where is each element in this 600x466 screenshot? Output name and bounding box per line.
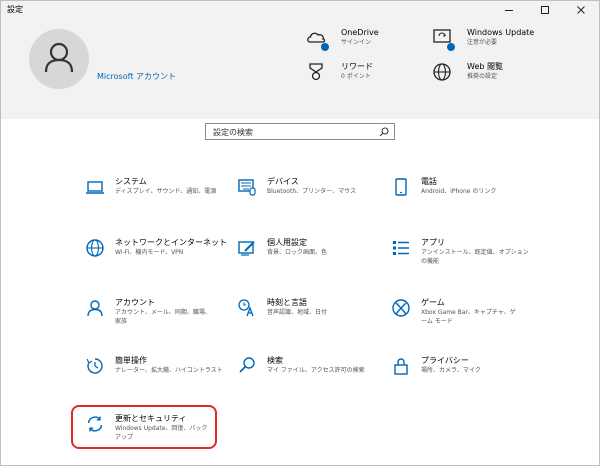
ease-of-access-icon [86,358,103,374]
web-browsing-item[interactable]: Web 閲覧 推奨の設定 [431,61,503,83]
onedrive-sub: サインイン [341,39,372,46]
category-network[interactable]: ネットワークとインターネット Wi-Fi、機内モード、VPN [85,237,235,258]
category-title: ゲーム [421,298,445,307]
category-title: アカウント [115,298,155,307]
category-title: 電話 [421,177,437,186]
paint-icon [238,241,255,256]
rewards-item[interactable]: リワード 0 ポイント [305,61,373,83]
title-bar: 設定 [1,1,599,19]
globe-icon [431,61,453,83]
category-title: 簡単操作 [115,356,147,365]
category-gaming[interactable]: ゲーム Xbox Game Bar、キャプチャ、ゲーム モード [391,297,541,326]
laptop-icon [86,181,104,194]
category-title: ネットワークとインターネット [115,238,227,247]
search-placeholder: 設定の検索 [213,128,253,137]
close-icon [577,6,585,14]
category-search[interactable]: 検索 マイ ファイル、アクセス許可の検索 [237,355,387,376]
web-browsing-sub: 推奨の設定 [467,73,498,80]
rewards-title: リワード [341,62,373,71]
update-icon [431,27,455,51]
category-personalization[interactable]: 個人用設定 背景、ロック画面、色 [237,237,387,258]
category-desc: アカウント、メール、同期、職場、家族 [115,309,211,325]
category-devices[interactable]: デバイス Bluetooth、プリンター、マウス [237,176,387,197]
windows-update-item[interactable]: Windows Update 注意が必要 [431,27,535,51]
time-language-icon [238,299,254,317]
category-title: デバイス [267,177,299,186]
category-desc: アンインストール、既定値、オプション の機能 [421,249,529,265]
category-time-language[interactable]: 時刻と言語 音声認識、地域、日付 [237,297,387,318]
xbox-icon [392,299,410,317]
minimize-icon [505,10,513,11]
rewards-sub: 0 ポイント [341,73,371,80]
lock-icon [394,358,408,375]
windows-update-sub: 注意が必要 [467,39,498,46]
trophy-icon [305,61,327,83]
category-desc: 場所、カメラ、マイク [421,367,481,374]
category-desc: Xbox Game Bar、キャプチャ、ゲーム モード [421,309,516,325]
category-title: 時刻と言語 [267,298,307,307]
category-desc: 背景、ロック画面、色 [267,249,328,256]
onedrive-item[interactable]: OneDrive サインイン [305,27,379,51]
category-title: アプリ [421,238,445,247]
minimize-button[interactable] [491,1,527,19]
highlight-annotation [71,405,217,449]
maximize-icon [541,6,549,14]
category-desc: 音声認識、地域、日付 [267,309,328,316]
windows-update-title: Windows Update [467,28,535,37]
category-desc: ディスプレイ、サウンド、通知、電源 [115,188,217,195]
search-icon [239,357,255,373]
search-icon [379,127,389,137]
person-icon [44,42,74,73]
close-button[interactable] [563,1,599,19]
category-accounts[interactable]: アカウント アカウント、メール、同期、職場、家族 [85,297,235,326]
category-desc: Wi-Fi、機内モード、VPN [115,249,184,256]
globe-icon [86,239,104,257]
category-title: システム [115,177,147,186]
category-privacy[interactable]: プライバシー 場所、カメラ、マイク [391,355,541,376]
category-title: 検索 [267,356,283,365]
header-band: Microsoft アカウント OneDrive サインイン Windows U… [1,19,599,119]
phone-icon [395,178,407,196]
cloud-icon [305,27,329,51]
web-browsing-title: Web 閲覧 [467,62,503,71]
category-desc: ナレーター、拡大鏡、ハイコントラスト [115,367,223,374]
category-system[interactable]: システム ディスプレイ、サウンド、通知、電源 [85,176,235,197]
category-desc: Android、iPhone のリンク [421,188,497,195]
category-desc: マイ ファイル、アクセス許可の検索 [267,367,365,374]
person-icon [87,300,103,317]
category-apps[interactable]: アプリ アンインストール、既定値、オプション の機能 [391,237,541,266]
category-desc: Bluetooth、プリンター、マウス [267,188,357,195]
status-dot [321,43,329,51]
apps-list-icon [393,241,409,255]
category-title: プライバシー [421,356,469,365]
keyboard-icon [238,179,256,196]
window-title: 設定 [7,5,23,14]
avatar[interactable] [29,29,89,89]
category-phone[interactable]: 電話 Android、iPhone のリンク [391,176,541,197]
category-title: 個人用設定 [267,238,307,247]
microsoft-account-link[interactable]: Microsoft アカウント [97,71,176,82]
status-dot [447,43,455,51]
category-ease-of-access[interactable]: 簡単操作 ナレーター、拡大鏡、ハイコントラスト [85,355,235,376]
onedrive-title: OneDrive [341,28,379,37]
settings-window: 設定 Microsoft アカウント OneDrive サインイン Window… [0,0,600,466]
maximize-button[interactable] [527,1,563,19]
search-input[interactable]: 設定の検索 [205,123,395,140]
